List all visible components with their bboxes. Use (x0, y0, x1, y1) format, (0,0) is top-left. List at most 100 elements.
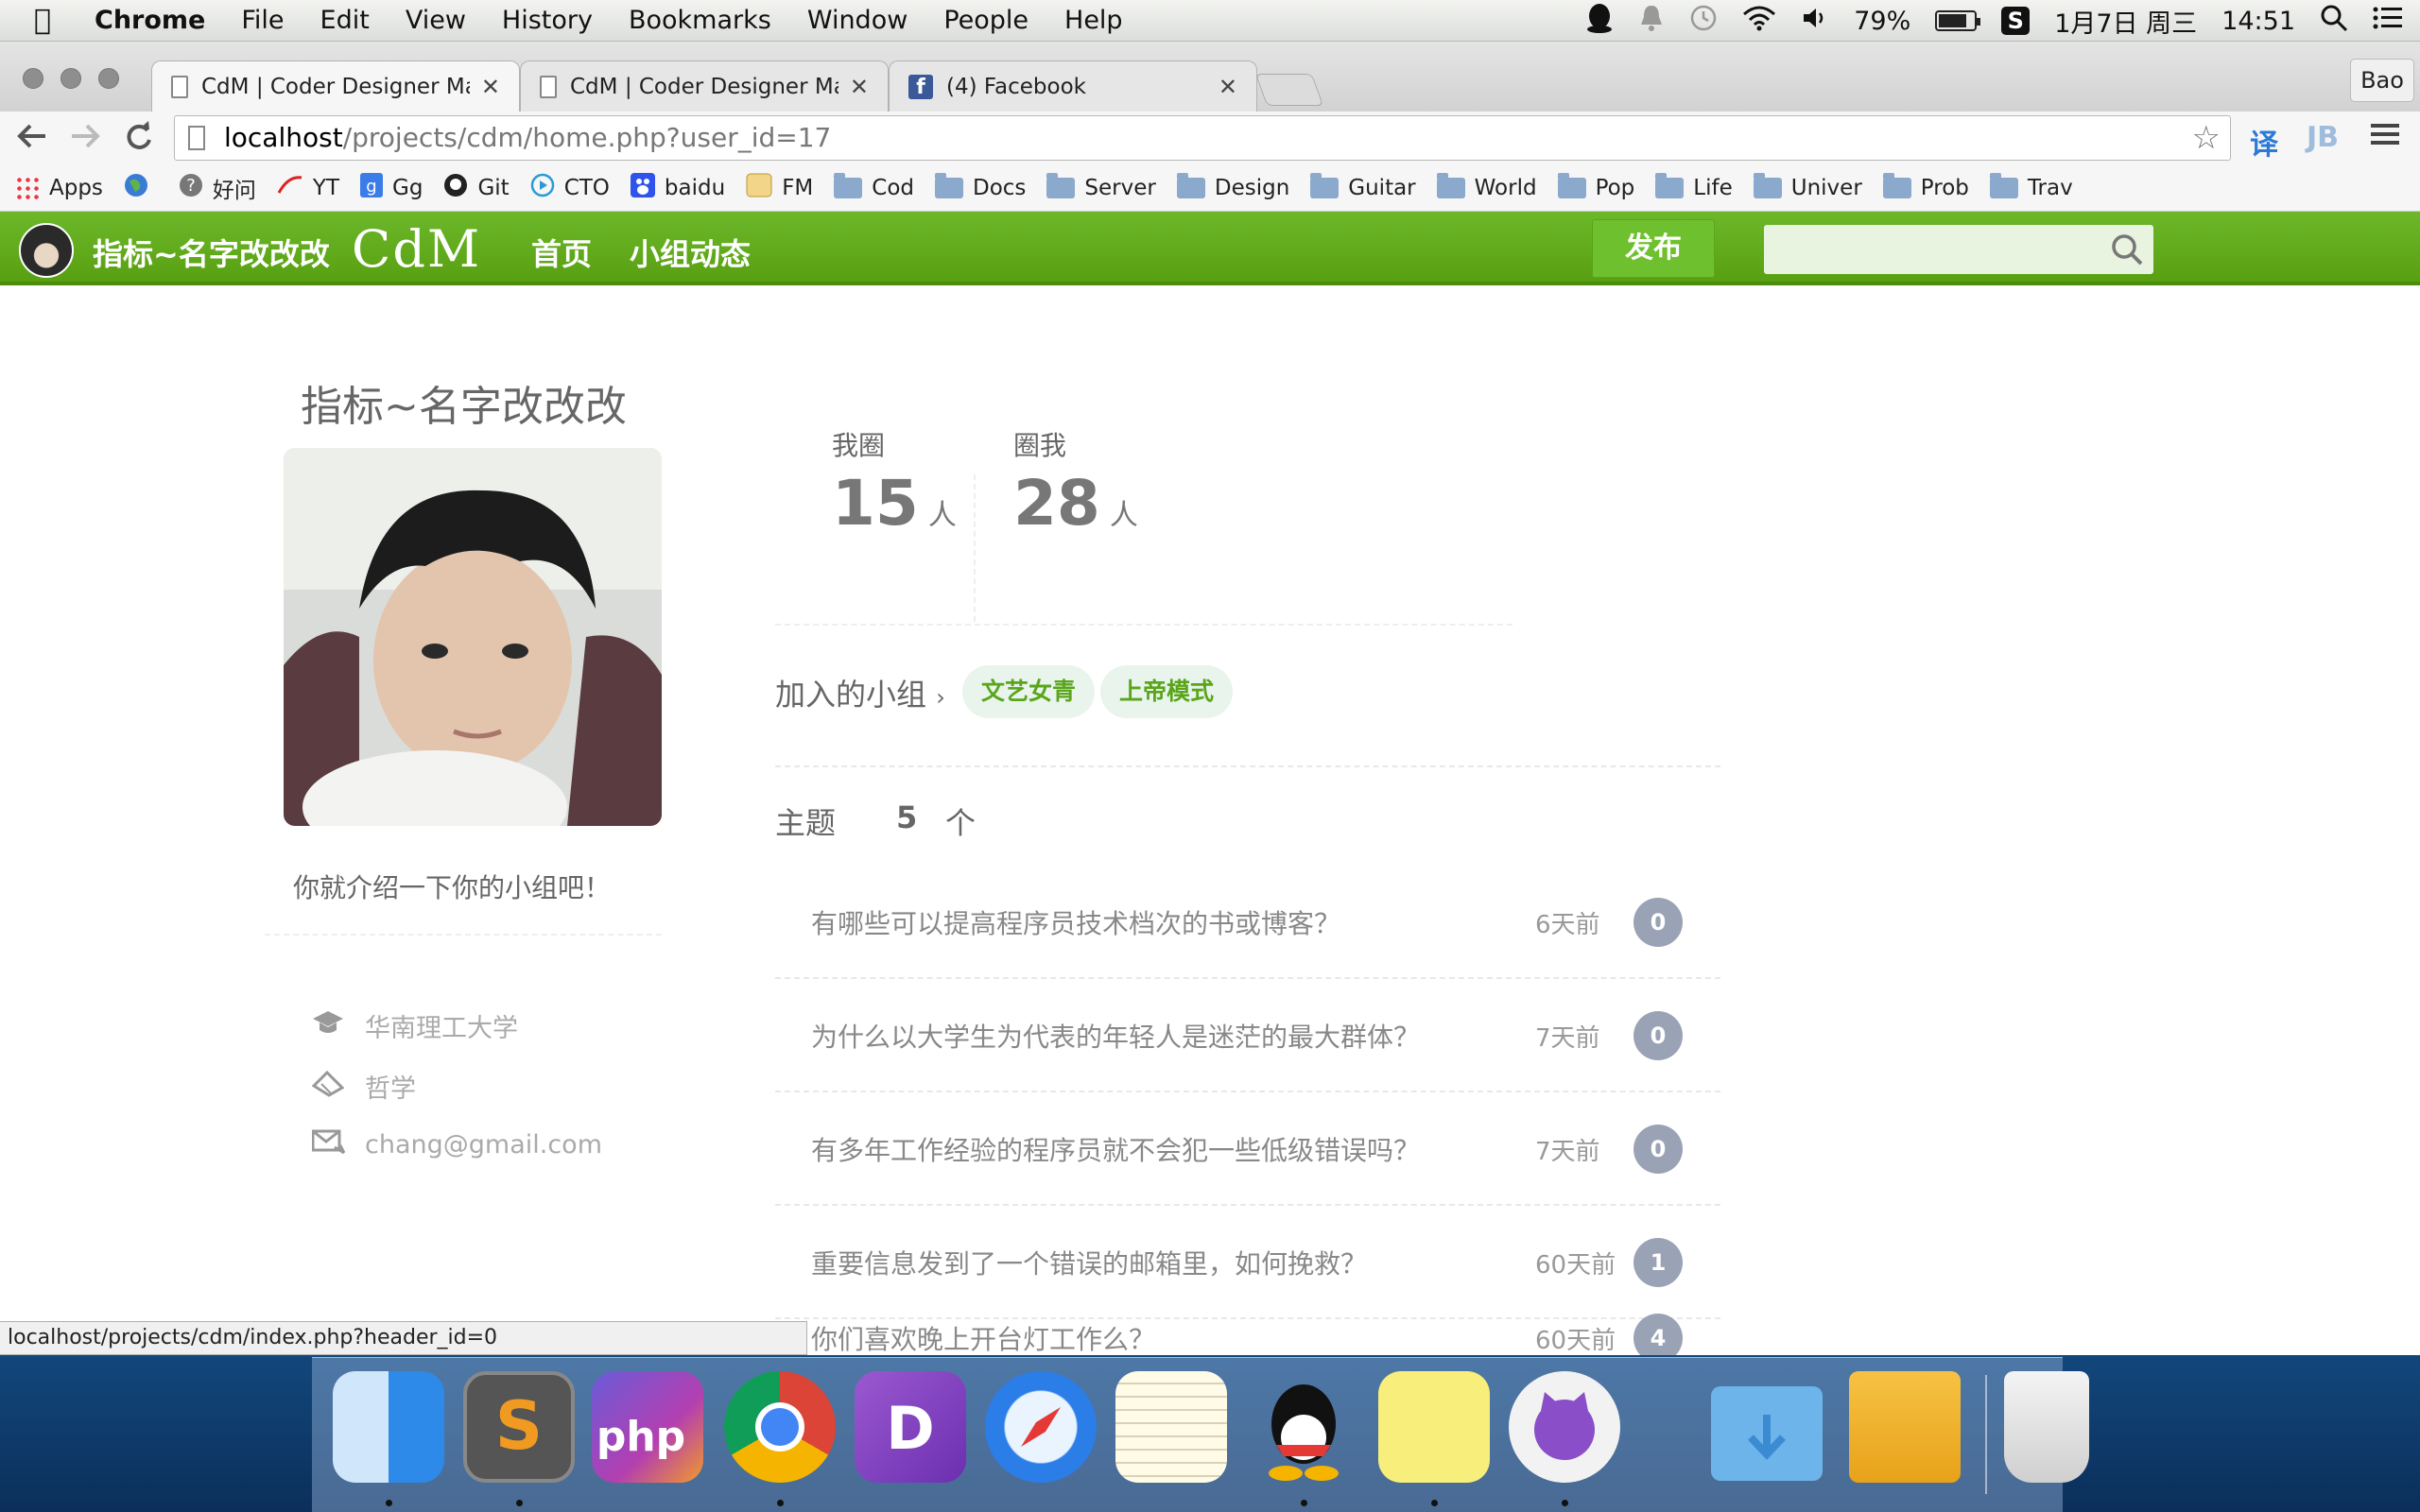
svg-text:php: php (596, 1413, 685, 1461)
page-favicon-icon (171, 75, 188, 98)
stat-followers[interactable]: 圈我 28 人 (1013, 425, 1138, 540)
safari-icon[interactable] (985, 1371, 1097, 1483)
finder-icon[interactable] (333, 1371, 444, 1483)
notes-icon[interactable] (1115, 1371, 1227, 1483)
spotlight-search-icon[interactable] (2320, 4, 2348, 39)
sublime-icon[interactable]: S (463, 1371, 575, 1483)
bookmark-folder-world[interactable]: World (1436, 172, 1537, 200)
phpstorm-icon[interactable]: php (592, 1371, 703, 1483)
reply-count-badge: 0 (1634, 898, 1683, 947)
time-machine-icon[interactable] (1689, 4, 1718, 39)
bookmark-folder-cod[interactable]: Cod (834, 172, 914, 200)
bookmark-folder-trav[interactable]: Trav (1989, 172, 2073, 200)
topic-title[interactable]: 有哪些可以提高程序员技术档次的书或博客？ (811, 903, 1340, 941)
menu-time[interactable]: 14:51 (2221, 7, 2295, 36)
translate-extension-icon[interactable]: 译 (2250, 121, 2278, 163)
window-zoom-button[interactable] (98, 68, 119, 89)
stickies-icon[interactable] (1378, 1371, 1490, 1483)
user-avatar[interactable] (19, 223, 74, 278)
bookmark-folder-docs[interactable]: Docs (935, 172, 1026, 200)
qq-icon[interactable] (1248, 1371, 1359, 1483)
notification-center-icon[interactable] (2373, 6, 2403, 37)
stat-following[interactable]: 我圈 15 人 (832, 425, 957, 540)
topic-row[interactable]: 有哪些可以提高程序员技术档次的书或博客？ 6天前 0 (775, 866, 1720, 979)
search-icon[interactable] (2110, 232, 2143, 266)
nav-home-link[interactable]: 首页 (531, 231, 592, 274)
topic-row[interactable]: 你们喜欢晚上开台灯工作么？ 60天前 4 (775, 1281, 1720, 1355)
email-text[interactable]: chang@gmail.com (365, 1130, 602, 1160)
apple-menu-icon[interactable]:  (34, 4, 87, 37)
bookmark-globe[interactable] (124, 173, 158, 203)
trash-icon[interactable] (2004, 1371, 2089, 1483)
menu-date[interactable]: 1月7日 周三 (2054, 3, 2197, 40)
nav-username[interactable]: 指标~名字改改改 (93, 231, 330, 274)
bookmark-yt[interactable]: YT (277, 174, 339, 202)
bookmark-folder-pop[interactable]: Pop (1557, 172, 1634, 200)
topic-row[interactable]: 为什么以大学生为代表的年轻人是迷茫的最大群体？ 7天前 0 (775, 979, 1720, 1092)
window-minimize-button[interactable] (60, 68, 81, 89)
drive-icon[interactable] (1849, 1371, 1961, 1483)
topic-title[interactable]: 为什么以大学生为代表的年轻人是迷茫的最大群体？ (811, 1017, 1420, 1055)
bookmark-apps[interactable]: Apps (15, 175, 103, 200)
bookmark-baidu[interactable]: baidu (630, 172, 725, 203)
menu-people[interactable]: People (943, 6, 1028, 35)
reload-icon[interactable] (121, 119, 155, 160)
topics-unit: 个 (945, 805, 977, 841)
qq-status-icon[interactable] (1585, 3, 1614, 40)
wifi-icon[interactable] (1742, 5, 1776, 38)
jetbrains-extension-icon[interactable]: JB (2307, 121, 2339, 154)
group-tag[interactable]: 文艺女青 (962, 665, 1096, 718)
bookmark-folder-univer[interactable]: Univer (1753, 172, 1862, 200)
dash-icon[interactable]: D (855, 1371, 966, 1483)
profile-button[interactable]: Bao (2350, 59, 2414, 102)
menu-app-name[interactable]: Chrome (95, 6, 205, 35)
menu-view[interactable]: View (406, 6, 466, 35)
window-close-button[interactable] (23, 68, 43, 89)
bookmark-fm[interactable]: FM (746, 173, 813, 203)
tab-close-icon[interactable]: ✕ (481, 74, 500, 100)
github-octocat-icon (443, 173, 468, 203)
address-bar[interactable]: localhost/projects/cdm/home.php?user_id=… (174, 115, 2231, 161)
bookmark-folder-design[interactable]: Design (1176, 172, 1289, 200)
menu-file[interactable]: File (241, 6, 284, 35)
menu-history[interactable]: History (502, 6, 593, 35)
bookmark-star-icon[interactable]: ☆ (2192, 116, 2221, 160)
menu-window[interactable]: Window (807, 6, 908, 35)
site-search-input[interactable] (1764, 225, 2153, 274)
tab-cdm-home[interactable]: CdM | Coder Designer Man ✕ (151, 60, 520, 112)
menu-edit[interactable]: Edit (320, 6, 370, 35)
chrome-menu-icon[interactable] (2371, 121, 2399, 154)
publish-button[interactable]: 发布 (1592, 219, 1715, 278)
back-arrow-icon[interactable] (15, 119, 49, 160)
bookmark-haowen[interactable]: ? 好问 (179, 172, 256, 204)
github-icon[interactable] (1509, 1371, 1620, 1483)
site-logo[interactable]: CdM (352, 219, 481, 279)
volume-icon[interactable] (1801, 5, 1829, 38)
tab-facebook[interactable]: f (4) Facebook ✕ (889, 60, 1257, 112)
tab-close-icon[interactable]: ✕ (1219, 74, 1237, 100)
bookmark-gg[interactable]: g Gg (360, 172, 423, 203)
nav-group-feed-link[interactable]: 小组动态 (630, 231, 751, 274)
topic-title[interactable]: 你们喜欢晚上开台灯工作么？ (811, 1319, 1155, 1355)
forward-arrow-icon[interactable] (68, 119, 102, 160)
topic-title[interactable]: 重要信息发到了一个错误的邮箱里，如何挽救？ (811, 1244, 1367, 1281)
menu-bookmarks[interactable]: Bookmarks (629, 6, 771, 35)
notification-bell-icon[interactable] (1638, 4, 1665, 39)
downloads-folder-icon[interactable] (1711, 1386, 1823, 1481)
sogou-input-icon[interactable]: S (2001, 7, 2031, 35)
bookmark-cto[interactable]: CTO (530, 173, 610, 203)
bookmark-folder-guitar[interactable]: Guitar (1310, 172, 1416, 200)
tab-cdm-2[interactable]: CdM | Coder Designer Man ✕ (520, 60, 889, 112)
group-tag[interactable]: 上帝模式 (1100, 665, 1234, 718)
bookmark-git[interactable]: Git (443, 173, 510, 203)
tab-close-icon[interactable]: ✕ (850, 74, 869, 100)
chrome-icon[interactable] (724, 1371, 836, 1483)
new-tab-button[interactable] (1254, 74, 1324, 106)
bookmark-folder-server[interactable]: Server (1046, 172, 1156, 200)
topic-title[interactable]: 有多年工作经验的程序员就不会犯一些低级错误吗？ (811, 1130, 1420, 1168)
bookmark-folder-prob[interactable]: Prob (1882, 172, 1969, 200)
bookmark-folder-life[interactable]: Life (1655, 172, 1733, 200)
battery-icon[interactable] (1935, 10, 1981, 31)
menu-help[interactable]: Help (1064, 6, 1123, 35)
topic-row[interactable]: 有多年工作经验的程序员就不会犯一些低级错误吗？ 7天前 0 (775, 1092, 1720, 1206)
